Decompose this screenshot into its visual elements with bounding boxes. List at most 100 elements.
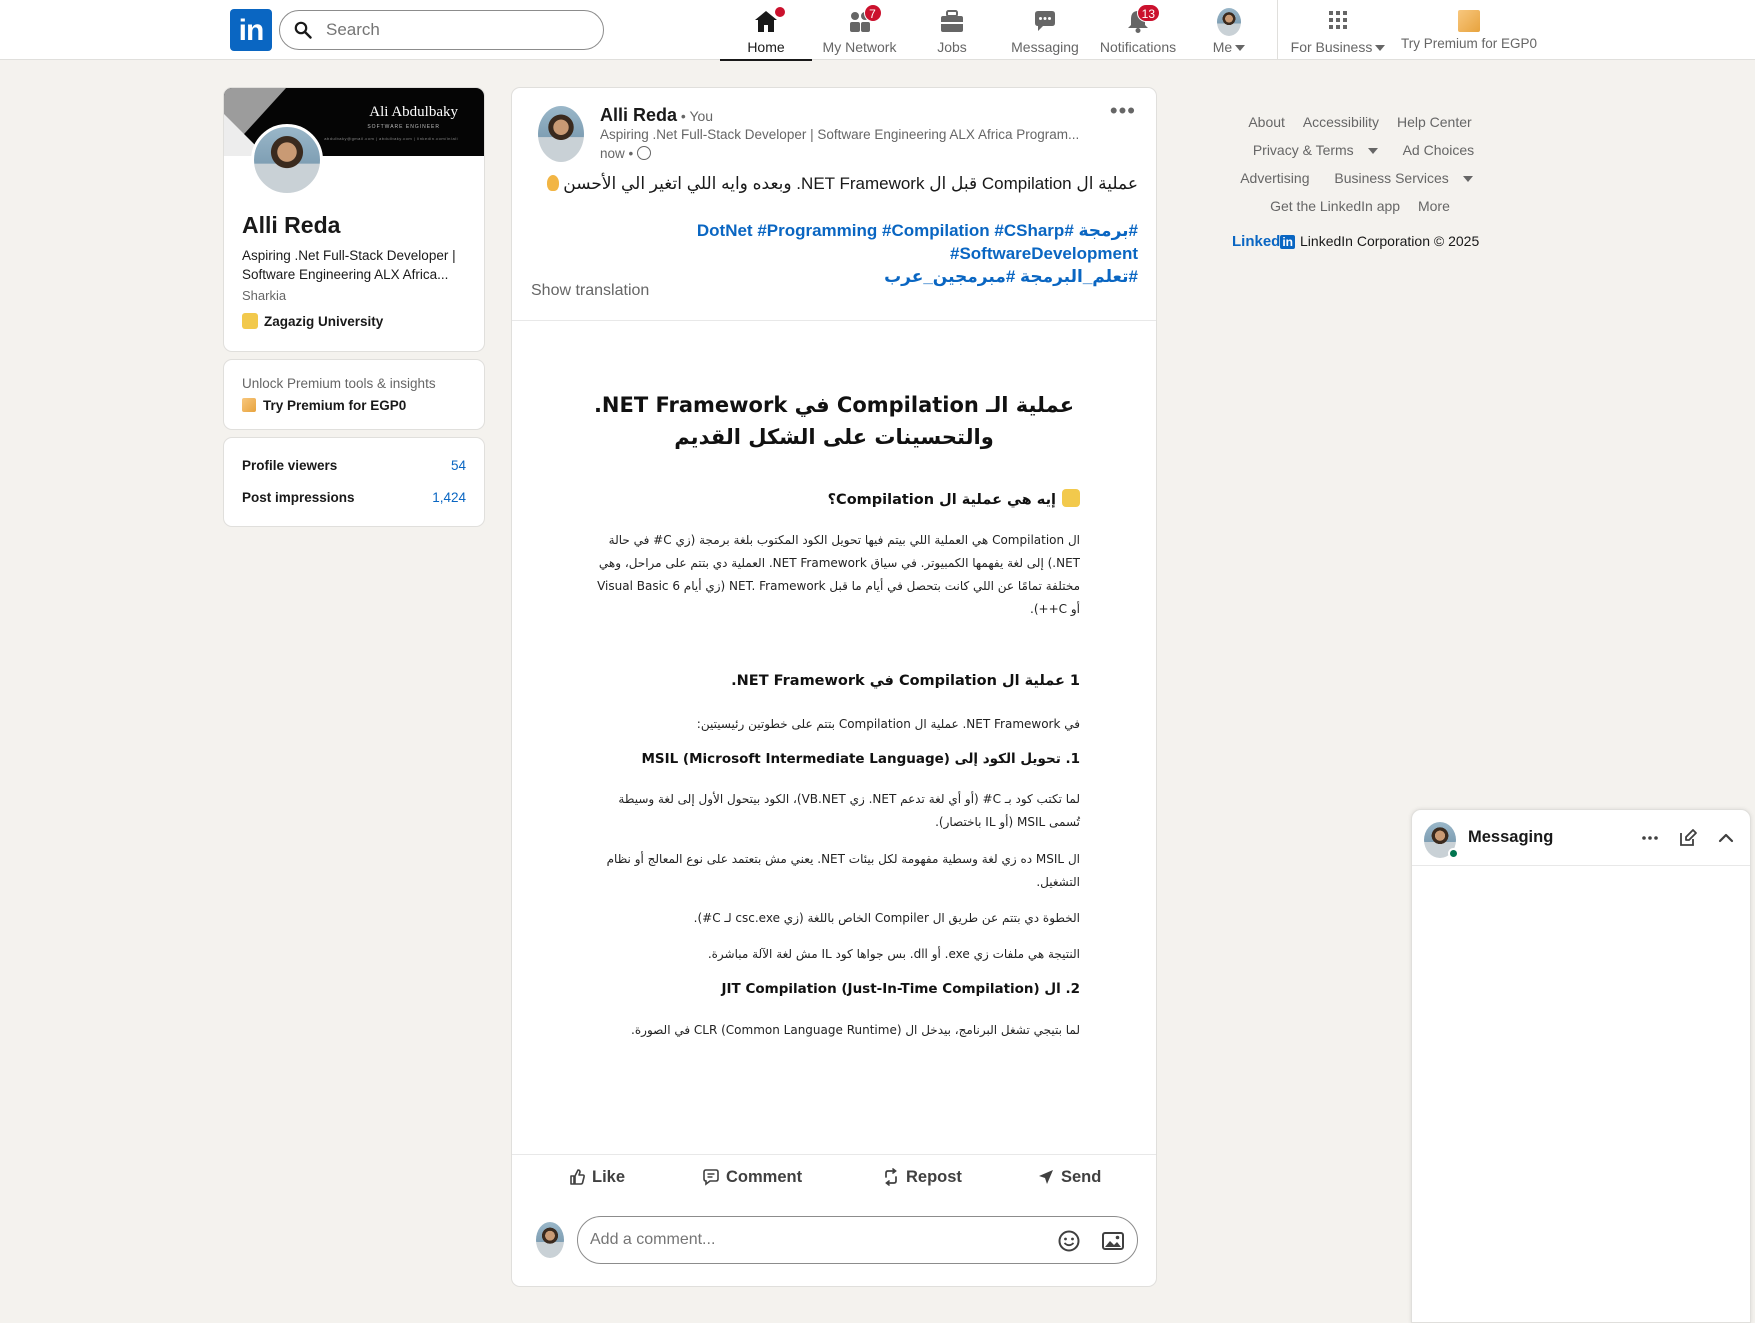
premium-card[interactable]: Unlock Premium tools & insights Try Prem… [223, 359, 485, 430]
send-button[interactable]: Send [1037, 1168, 1101, 1194]
chevron-up-icon[interactable] [1716, 828, 1736, 848]
like-button[interactable]: Like [568, 1168, 625, 1194]
nav-me[interactable]: Me [1183, 4, 1275, 60]
profile-location: Sharkia [242, 288, 287, 303]
footer-link-business-services[interactable]: Business Services [1327, 170, 1479, 186]
chat-bubble-icon [1035, 11, 1055, 31]
footer-link-privacy-terms[interactable]: Privacy & Terms [1246, 142, 1385, 158]
profile-card[interactable]: Ali Abdulbaky SOFTWARE ENGINEER abdulbak… [223, 87, 485, 352]
post-you-label: • You [677, 108, 714, 124]
compose-icon[interactable] [1678, 828, 1698, 848]
document-paragraph-7: لما بتيجي تشغل البرنامج، بيدخل ال CLR (C… [631, 1023, 1080, 1037]
nav-try-premium[interactable]: Try Premium for EGP0 [1395, 4, 1543, 60]
comment-box[interactable] [577, 1216, 1138, 1264]
post-author-avatar[interactable] [538, 106, 584, 162]
stat-label: Profile viewers [242, 458, 338, 473]
nav-divider [1277, 0, 1278, 60]
post-author-name[interactable]: Alli Reda [600, 105, 677, 125]
nav-notifications-label: Notifications [1099, 39, 1177, 55]
document-paragraph-1: ال Compilation هي العملية اللي بيتم فيها… [597, 533, 1080, 616]
comment-button[interactable]: Comment [702, 1168, 802, 1194]
banner-contact: abdulbaky@gmail.com | abdulbaky.com | li… [324, 136, 458, 141]
document-title: عملية الـ Compilation في NET Framework. … [572, 389, 1096, 453]
document-heading-4: 2. ال JIT Compilation (Just-In-Time Comp… [721, 981, 1080, 997]
search-icon [294, 21, 312, 39]
nav-jobs[interactable]: Jobs [907, 4, 997, 60]
footer-link-advertising[interactable]: Advertising [1240, 170, 1309, 186]
top-nav-bar: in Home 7 My Network Jobs Messaging 1 [0, 0, 1755, 61]
search-input[interactable] [326, 19, 586, 41]
footer-links: About Accessibility Help Center Privacy … [1225, 108, 1495, 220]
document-paragraph-4: ال MSIL ده زي لغة وسطية مفهومة لكل بيئات… [606, 852, 1080, 889]
profile-school-label: Zagazig University [264, 314, 384, 329]
premium-link[interactable]: Try Premium for EGP0 [242, 398, 406, 413]
profile-school[interactable]: Zagazig University [242, 313, 383, 329]
linkedin-wordmark: Linked [1232, 233, 1281, 250]
profile-name[interactable]: Alli Reda [242, 212, 340, 239]
nav-me-label: Me [1212, 39, 1233, 55]
document-heading-1: إيه هي عملية ال Compilation؟ [827, 492, 1056, 508]
profile-avatar[interactable] [251, 124, 323, 196]
document-paragraph-3: لما تكتب كود بـ C# (أو أي لغة تدعم NET. … [618, 792, 1080, 829]
premium-icon [1458, 10, 1480, 32]
online-status-icon [1448, 848, 1459, 859]
messaging-header[interactable]: Messaging [1412, 810, 1750, 866]
stat-label: Post impressions [242, 490, 355, 505]
comment-icon [703, 1169, 719, 1186]
stat-value: 1,424 [432, 490, 466, 505]
image-icon[interactable] [1101, 1229, 1125, 1253]
commenter-avatar [536, 1222, 564, 1258]
network-badge: 7 [863, 4, 882, 22]
grid-icon [1329, 11, 1347, 29]
banner-subtitle: SOFTWARE ENGINEER [367, 124, 440, 130]
footer-link-accessibility[interactable]: Accessibility [1303, 114, 1379, 130]
stat-profile-viewers[interactable]: Profile viewers 54 [242, 458, 466, 478]
nav-notifications[interactable]: 13 Notifications [1093, 4, 1183, 60]
like-label: Like [592, 1168, 626, 1186]
me-avatar [1217, 8, 1241, 36]
document-heading-2: 1 عملية ال Compilation في NET Framework. [731, 673, 1080, 689]
nav-my-network[interactable]: 7 My Network [812, 4, 907, 60]
more-options-icon[interactable] [1640, 828, 1660, 848]
document-paragraph-6: النتيجة هي ملفات زي exe. أو dll. بس جواه… [707, 947, 1080, 961]
footer-link-more[interactable]: More [1418, 198, 1450, 214]
send-icon [1039, 1170, 1053, 1184]
nav-home[interactable]: Home [720, 4, 812, 61]
nav-for-business[interactable]: For Business [1285, 4, 1391, 60]
document-title-line-1: عملية الـ Compilation في NET Framework. [593, 393, 1075, 417]
post-hashtags[interactable]: #برمجة #DotNet #Programming #Compilation… [538, 219, 1138, 288]
premium-tagline: Unlock Premium tools & insights [242, 376, 436, 391]
messaging-title[interactable]: Messaging [1468, 828, 1553, 847]
footer-link-get-app[interactable]: Get the LinkedIn app [1270, 198, 1400, 214]
footer-copyright: Linked in LinkedIn Corporation © 2025 [1232, 233, 1479, 250]
document-paragraph-2: في NET Framework. عملية ال Compilation ب… [696, 717, 1080, 731]
chevron-down-icon [1462, 176, 1473, 183]
repost-button[interactable]: Repost [882, 1168, 962, 1194]
nav-home-label: Home [747, 39, 785, 55]
repost-label: Repost [906, 1168, 962, 1186]
profile-headline: Aspiring .Net Full-Stack Developer | Sof… [242, 248, 456, 282]
stats-card: Profile viewers 54 Post impressions 1,42… [223, 437, 485, 527]
more-options-icon[interactable]: ••• [1110, 98, 1136, 124]
footer-link-ad-choices[interactable]: Ad Choices [1403, 142, 1475, 158]
chevron-down-icon [1367, 148, 1378, 155]
comment-input[interactable] [590, 1229, 1030, 1251]
stat-post-impressions[interactable]: Post impressions 1,424 [242, 490, 466, 510]
premium-link-label: Try Premium for EGP0 [263, 398, 407, 413]
emoji-icon[interactable] [1057, 1229, 1081, 1253]
show-translation-link[interactable]: Show translation [531, 282, 649, 300]
hashtags-line-1[interactable]: #برمجة #DotNet #Programming #Compilation… [538, 219, 1138, 265]
messaging-panel: Messaging [1411, 809, 1751, 1323]
banner-name: Ali Abdulbaky [369, 104, 458, 120]
post-document[interactable]: عملية الـ Compilation في NET Framework. … [512, 321, 1156, 1153]
nav-jobs-label: Jobs [937, 39, 967, 55]
footer-link-help-center[interactable]: Help Center [1397, 114, 1472, 130]
person-laptop-emoji-icon [1062, 489, 1080, 507]
search-bar[interactable] [279, 10, 604, 50]
nav-for-business-label: For Business [1290, 39, 1373, 55]
footer-link-about[interactable]: About [1248, 114, 1285, 130]
linkedin-logo[interactable]: in [230, 9, 272, 51]
document-paragraph-5: الخطوة دي بتتم عن طريق ال Compiler الخاص… [693, 911, 1080, 925]
thumbs-up-icon [570, 1169, 585, 1185]
nav-messaging[interactable]: Messaging [997, 4, 1093, 60]
